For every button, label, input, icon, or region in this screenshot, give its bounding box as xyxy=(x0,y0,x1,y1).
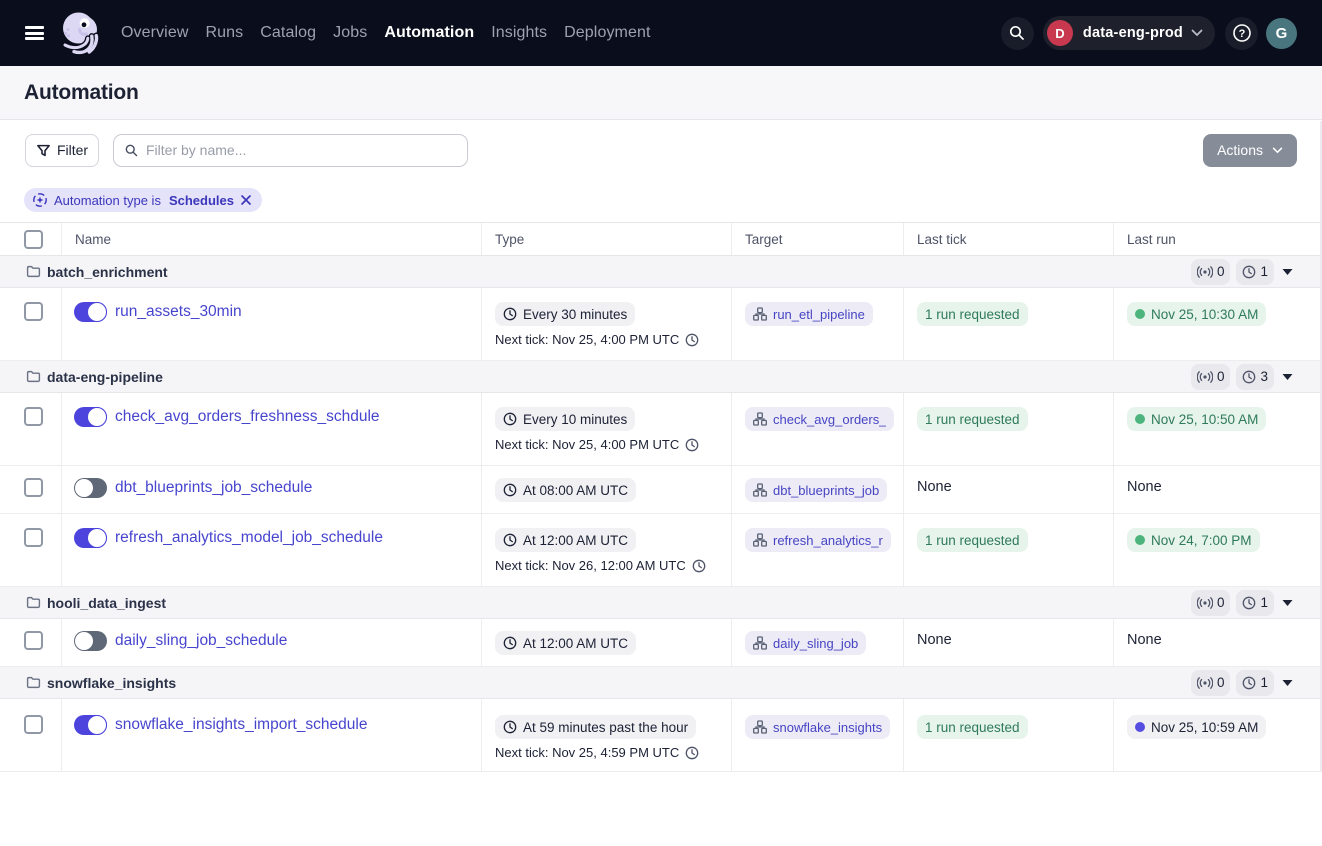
svg-text:?: ? xyxy=(1238,28,1245,40)
